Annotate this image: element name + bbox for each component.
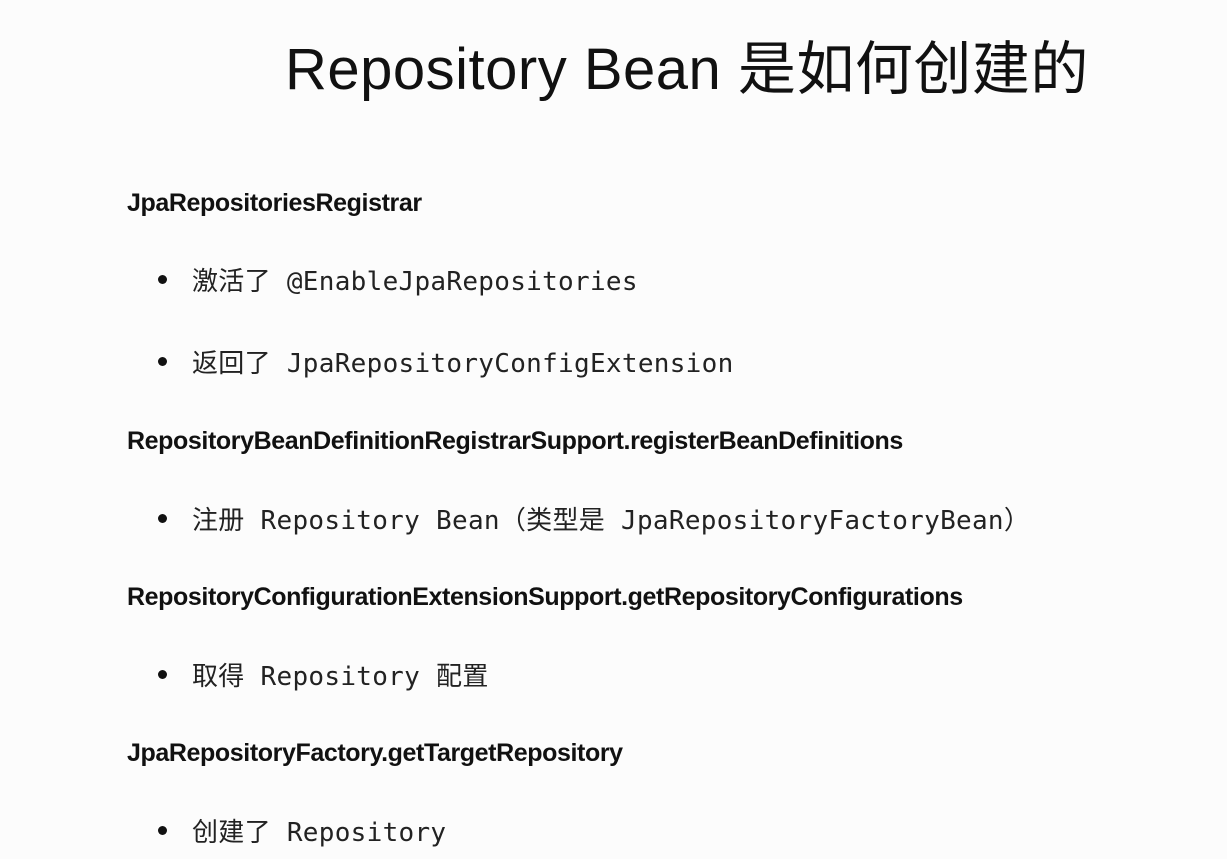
section-heading-jpa-repositories-registrar: JpaRepositoriesRegistrar [127,189,422,217]
bullet-text: 注册 Repository Bean（类型是 JpaRepositoryFact… [192,505,1031,536]
bullet-item: 创建了 Repository [158,810,446,850]
bullet-item: 返回了 JpaRepositoryConfigExtension [158,341,734,381]
bullet-item: 激活了 @EnableJpaRepositories [158,259,638,299]
bullet-dot-icon [158,274,167,284]
section-heading-get-target-repository: JpaRepositoryFactory.getTargetRepository [127,739,623,767]
bullet-text: 激活了 @EnableJpaRepositories [192,266,638,297]
section-heading-register-bean-definitions: RepositoryBeanDefinitionRegistrarSupport… [127,427,903,455]
bullet-dot-icon [158,513,167,523]
slide: Repository Bean 是如何创建的 JpaRepositoriesRe… [0,0,1227,859]
bullet-text: 创建了 Repository [192,817,447,848]
bullet-text: 返回了 JpaRepositoryConfigExtension [192,348,734,379]
slide-title: Repository Bean 是如何创建的 [285,37,1089,102]
bullet-text: 取得 Repository 配置 [192,661,489,692]
section-heading-get-repository-configurations: RepositoryConfigurationExtensionSupport.… [127,583,963,611]
bullet-item: 注册 Repository Bean（类型是 JpaRepositoryFact… [158,498,1030,538]
bullet-item: 取得 Repository 配置 [158,654,489,694]
bullet-dot-icon [158,669,167,679]
bullet-dot-icon [158,825,167,835]
bullet-dot-icon [158,356,167,366]
